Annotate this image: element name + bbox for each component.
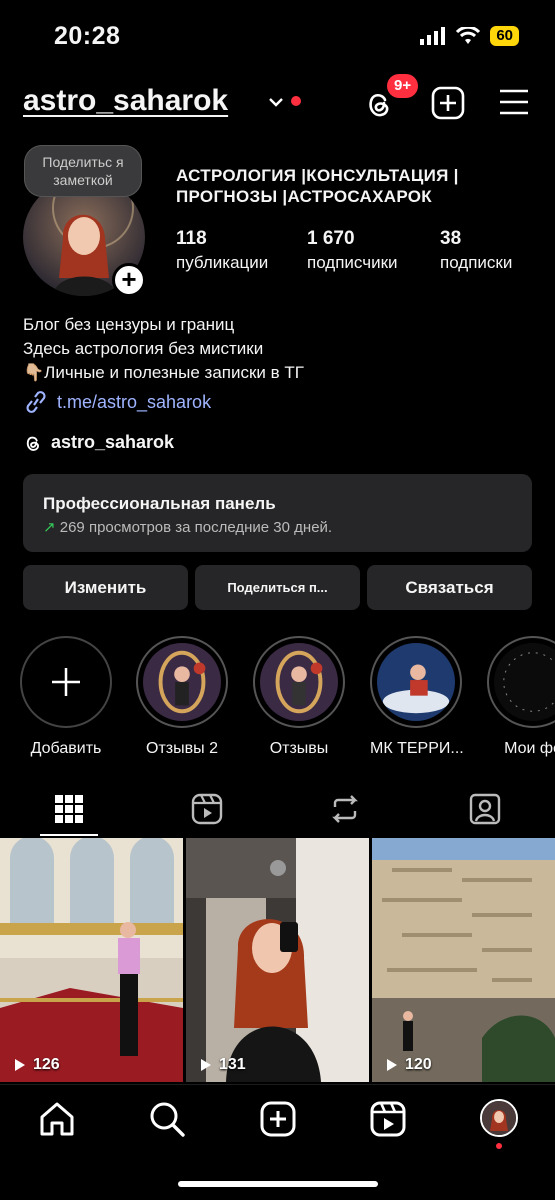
threads-profile-link[interactable]: astro_saharok <box>23 432 174 453</box>
profile-full-name: АСТРОЛОГИЯ |КОНСУЛЬТАЦИЯ | ПРОГНОЗЫ |АСТ… <box>176 165 536 207</box>
bio-line: Блог без цензуры и границ <box>23 315 235 334</box>
post-thumbnail[interactable]: 131 <box>186 838 369 1082</box>
add-highlight-circle[interactable] <box>20 636 112 728</box>
dashboard-title: Профессиональная панель <box>43 494 276 513</box>
dashboard-views-text: 269 просмотров за последние 30 дней. <box>59 519 333 536</box>
share-profile-button[interactable]: Поделиться п... <box>195 565 360 610</box>
tab-grid[interactable] <box>39 786 99 832</box>
post-image <box>0 838 183 1082</box>
chevron-down-icon[interactable] <box>268 96 284 108</box>
stat-posts[interactable]: 118 публикации <box>176 228 268 273</box>
post-views: 126 <box>12 1056 60 1074</box>
highlight-image <box>143 643 221 721</box>
post-views: 120 <box>384 1056 432 1074</box>
signal-icon <box>420 27 446 45</box>
home-indicator <box>178 1181 378 1187</box>
reels-icon[interactable] <box>368 1099 408 1139</box>
highlight-label: МК ТЕРРИ... <box>370 740 464 757</box>
bio-line: 👇🏼Личные и полезные записки в ТГ <box>23 363 304 382</box>
play-icon <box>201 1059 211 1071</box>
profile-avatar[interactable] <box>480 1099 518 1137</box>
highlight-label: Мои фе <box>504 740 555 757</box>
stat-following[interactable]: 38 подписки <box>440 228 512 273</box>
tab-tagged[interactable] <box>455 786 515 832</box>
highlight-cover <box>487 636 555 728</box>
highlight-image <box>377 643 455 721</box>
full-name-line-1: АСТРОЛОГИЯ |КОНСУЛЬТАЦИЯ | <box>176 166 459 185</box>
stat-followers[interactable]: 1 670 подписчики <box>307 228 398 273</box>
professional-dashboard[interactable]: Профессиональная панель ↗ 269 просмотров… <box>23 474 532 552</box>
post-thumbnail[interactable]: 120 <box>372 838 555 1082</box>
status-time: 20:28 <box>54 22 121 50</box>
highlight-my-fe[interactable]: Мои фе <box>487 636 555 758</box>
trend-up-icon: ↗ <box>43 519 56 536</box>
highlight-label: Отзывы 2 <box>146 740 218 757</box>
highlight-mk[interactable]: МК ТЕРРИ... <box>370 636 464 758</box>
tagged-icon <box>469 793 501 825</box>
post-image <box>372 838 555 1082</box>
highlight-reviews-2[interactable]: Отзывы 2 <box>136 636 228 758</box>
stat-followers-label: подписчики <box>307 253 398 272</box>
highlight-image <box>260 643 338 721</box>
battery-indicator: 60 <box>490 26 519 46</box>
bio-link-text[interactable]: t.me/astro_saharok <box>57 392 211 413</box>
highlight-label: Отзывы <box>269 740 329 757</box>
play-icon <box>387 1059 397 1071</box>
content-tabs <box>0 786 555 838</box>
reels-icon <box>191 793 223 825</box>
create-icon[interactable] <box>258 1099 298 1139</box>
post-views: 131 <box>198 1056 246 1074</box>
stat-following-label: подписки <box>440 253 513 272</box>
view-count: 120 <box>405 1056 432 1073</box>
highlight-reviews[interactable]: Отзывы <box>253 636 345 758</box>
status-bar: 20:28 60 <box>0 0 555 70</box>
wifi-icon <box>456 27 481 44</box>
share-note-bubble[interactable]: Поделитьс я заметкой <box>24 145 142 197</box>
contact-button[interactable]: Связаться <box>367 565 532 610</box>
highlight-label: Добавить <box>30 740 102 757</box>
stat-posts-count: 118 <box>176 228 207 249</box>
view-count: 126 <box>33 1056 60 1073</box>
profile-notification-dot <box>496 1143 502 1149</box>
tab-reposts[interactable] <box>315 786 375 832</box>
highlight-add[interactable]: Добавить <box>20 636 112 758</box>
bio-link[interactable]: t.me/astro_saharok <box>23 390 211 414</box>
threads-icon <box>26 436 39 451</box>
add-story-button[interactable]: + <box>112 263 146 297</box>
stat-posts-label: публикации <box>176 253 269 272</box>
highlight-cover <box>370 636 462 728</box>
profile-header: astro_saharok 9+ <box>23 74 533 126</box>
account-switcher[interactable]: astro_saharok <box>23 84 228 118</box>
status-icons: 60 <box>420 26 519 46</box>
create-post-icon[interactable] <box>431 86 465 120</box>
stat-followers-count: 1 670 <box>307 228 355 249</box>
play-icon <box>15 1059 25 1071</box>
bio-line: Здесь астрология без мистики <box>23 339 264 358</box>
view-count: 131 <box>219 1056 246 1073</box>
menu-icon[interactable] <box>499 89 529 115</box>
stat-following-count: 38 <box>440 228 462 249</box>
tab-reels[interactable] <box>177 786 237 832</box>
avatar-photo <box>482 1101 516 1135</box>
highlight-image <box>494 643 555 721</box>
active-tab-indicator <box>40 834 98 836</box>
post-thumbnail[interactable]: 126 <box>0 838 183 1082</box>
dashboard-subtitle: ↗ 269 просмотров за последние 30 дней. <box>43 518 512 536</box>
full-name-line-2: ПРОГНОЗЫ |АСТРОСАХАРОК <box>176 187 432 206</box>
search-icon[interactable] <box>147 1099 187 1139</box>
plus-icon <box>52 668 80 696</box>
reposts-icon <box>332 795 358 823</box>
post-image <box>186 838 369 1082</box>
grid-icon <box>55 795 83 823</box>
profile-bio: Блог без цензуры и границ Здесь астролог… <box>23 313 304 385</box>
notification-dot <box>291 96 301 106</box>
posts-grid: 126 131 120 <box>0 838 555 1082</box>
highlight-cover <box>136 636 228 728</box>
highlight-cover <box>253 636 345 728</box>
home-icon[interactable] <box>37 1099 77 1139</box>
edit-profile-button[interactable]: Изменить <box>23 565 188 610</box>
link-icon <box>26 391 46 413</box>
threads-badge: 9+ <box>387 74 419 98</box>
threads-handle[interactable]: astro_saharok <box>51 432 174 453</box>
